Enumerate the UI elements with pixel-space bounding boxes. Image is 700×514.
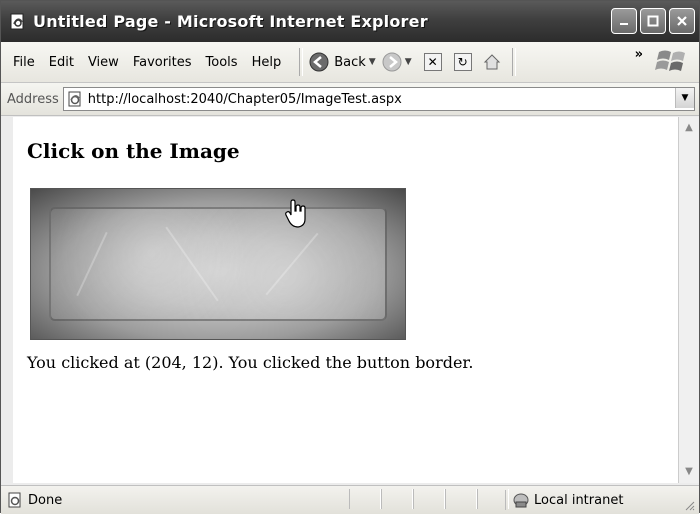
hand-cursor-icon — [285, 199, 306, 228]
close-icon — [677, 16, 687, 26]
browser-window: Untitled Page - Microsoft Internet Explo… — [0, 0, 700, 514]
image-inner-frame — [49, 207, 387, 321]
window-controls — [611, 8, 695, 34]
security-zone[interactable]: Local intranet — [505, 490, 623, 510]
click-result-text: You clicked at (204, 12). You clicked th… — [27, 353, 474, 372]
toolbar-separator — [299, 48, 304, 76]
scroll-down-icon[interactable]: ▼ — [680, 463, 698, 479]
forward-button[interactable]: ▼ — [382, 52, 412, 72]
maximize-button[interactable] — [640, 8, 666, 34]
page-icon — [68, 91, 81, 107]
maximize-icon — [647, 15, 659, 27]
address-url: http://localhost:2040/Chapter05/ImageTes… — [87, 91, 402, 107]
page-content: Click on the Image You clicked at (204, … — [13, 117, 679, 483]
resize-grip-icon[interactable] — [685, 501, 695, 511]
page-heading: Click on the Image — [27, 139, 240, 163]
status-bar: Done Local intranet — [1, 485, 699, 514]
window-title: Untitled Page - Microsoft Internet Explo… — [33, 12, 428, 31]
status-pane — [445, 489, 477, 509]
menu-view[interactable]: View — [88, 53, 119, 72]
forward-dropdown-icon[interactable]: ▼ — [405, 57, 412, 67]
stop-icon[interactable]: ✕ — [423, 53, 442, 71]
refresh-icon[interactable]: ↻ — [453, 53, 472, 71]
intranet-icon — [513, 493, 529, 508]
menu-bar: File Edit View Favorites Tools Help Back… — [1, 42, 699, 83]
more-chevron-icon[interactable]: » — [635, 47, 643, 62]
security-zone-label: Local intranet — [534, 492, 624, 508]
status-pane — [381, 489, 413, 509]
home-icon[interactable] — [482, 52, 502, 72]
toolbar-separator — [511, 48, 516, 76]
status-panes — [349, 489, 509, 509]
windows-logo-icon — [655, 50, 685, 71]
ie-page-icon — [10, 13, 24, 29]
status-pane — [349, 489, 381, 509]
status-page-icon — [8, 492, 21, 508]
vertical-scrollbar[interactable]: ▲ ▼ — [678, 117, 699, 483]
address-label: Address — [7, 91, 59, 107]
menu-file[interactable]: File — [13, 53, 35, 72]
close-button[interactable] — [669, 8, 695, 34]
status-pane — [413, 489, 445, 509]
address-bar: Address http://localhost:2040/Chapter05/… — [1, 83, 699, 116]
back-arrow-icon — [309, 52, 329, 72]
title-bar[interactable]: Untitled Page - Microsoft Internet Explo… — [1, 1, 699, 42]
menu-help[interactable]: Help — [252, 53, 282, 72]
back-button[interactable]: Back ▼ — [309, 52, 376, 72]
menu-tools[interactable]: Tools — [206, 53, 238, 72]
address-dropdown-icon[interactable]: ▼ — [675, 88, 694, 108]
back-dropdown-icon[interactable]: ▼ — [369, 57, 376, 67]
status-text: Done — [28, 492, 63, 508]
image-button[interactable] — [30, 188, 406, 340]
menu-favorites[interactable]: Favorites — [133, 53, 192, 72]
menu-edit[interactable]: Edit — [49, 53, 74, 72]
address-input[interactable]: http://localhost:2040/Chapter05/ImageTes… — [62, 87, 695, 111]
forward-arrow-icon — [382, 52, 402, 72]
minimize-icon — [620, 23, 628, 25]
back-label: Back — [334, 54, 366, 70]
minimize-button[interactable] — [611, 8, 637, 34]
scroll-up-icon[interactable]: ▲ — [680, 119, 698, 135]
